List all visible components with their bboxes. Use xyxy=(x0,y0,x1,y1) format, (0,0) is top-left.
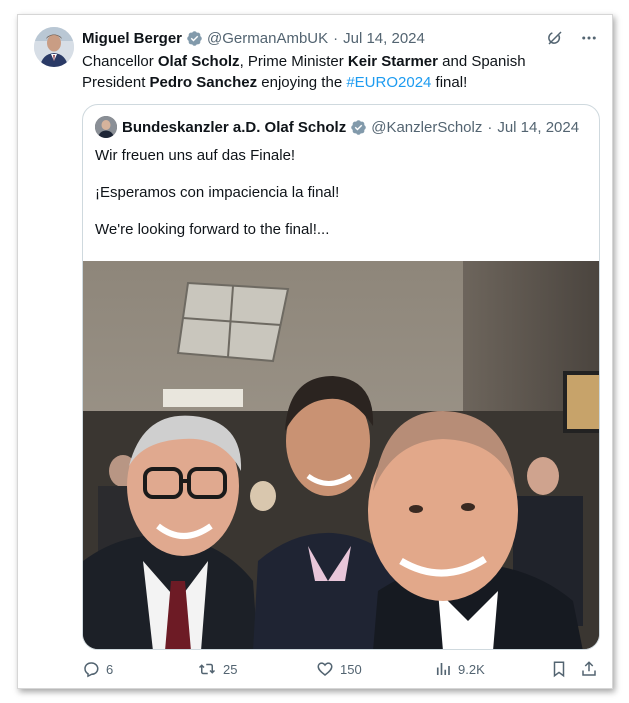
quoted-tweet[interactable]: Bundeskanzler a.D. Olaf Scholz @KanzlerS… xyxy=(82,104,600,650)
reply-icon xyxy=(84,662,99,678)
tweet-text-part: , Prime Minister xyxy=(239,53,348,70)
quoted-line-spanish: ¡Esperamos con impaciencia la final! xyxy=(95,184,340,201)
verified-badge-icon xyxy=(351,119,366,135)
mention-keir-starmer: Keir Starmer xyxy=(347,53,438,70)
header-separator: · xyxy=(333,29,339,47)
quoted-avatar[interactable] xyxy=(95,116,117,138)
like-icon xyxy=(317,662,333,676)
like-button[interactable]: 150 xyxy=(316,660,362,678)
tweet-header: Miguel Berger @GermanAmbUK · Jul 14, 202… xyxy=(82,27,425,49)
repost-count: 25 xyxy=(223,661,238,677)
quoted-line-english: We're looking forward to the final!... xyxy=(95,221,330,238)
grok-icon[interactable] xyxy=(546,29,564,47)
view-count: 9.2K xyxy=(458,661,485,677)
quoted-header: Bundeskanzler a.D. Olaf Scholz @KanzlerS… xyxy=(95,116,579,138)
like-count: 150 xyxy=(340,661,362,677)
quoted-line-german: Wir freuen uns auf das Finale! xyxy=(95,147,296,164)
hashtag-link[interactable]: #EURO2024 xyxy=(346,74,431,91)
quoted-author-name[interactable]: Bundeskanzler a.D. Olaf Scholz xyxy=(122,119,346,136)
share-button[interactable] xyxy=(580,660,598,678)
reply-count: 6 xyxy=(106,661,114,677)
verified-badge-icon xyxy=(187,30,202,46)
repost-icon xyxy=(198,663,216,675)
share-icon xyxy=(582,661,596,676)
quoted-date[interactable]: Jul 14, 2024 xyxy=(497,119,579,136)
author-avatar[interactable] xyxy=(34,27,74,67)
quoted-handle[interactable]: @KanzlerScholz xyxy=(371,119,482,136)
bookmark-button[interactable] xyxy=(550,660,568,678)
quoted-photo[interactable] xyxy=(83,261,599,649)
mention-olaf-scholz: Olaf Scholz xyxy=(157,53,240,70)
repost-button[interactable]: 25 xyxy=(197,660,237,678)
quoted-text: Wir freuen uns auf das Finale! ¡Esperamo… xyxy=(95,146,589,257)
views-icon xyxy=(436,663,450,675)
reply-button[interactable]: 6 xyxy=(82,660,113,678)
tweet-text-part: Chancellor xyxy=(82,53,158,70)
tweet-text-part: final! xyxy=(431,74,468,91)
quoted-separator: · xyxy=(487,118,493,136)
author-handle[interactable]: @GermanAmbUK xyxy=(207,30,328,47)
author-name[interactable]: Miguel Berger xyxy=(82,30,182,47)
more-icon[interactable] xyxy=(580,29,598,47)
tweet-card[interactable]: Miguel Berger @GermanAmbUK · Jul 14, 202… xyxy=(17,14,613,689)
views-button[interactable]: 9.2K xyxy=(434,660,485,678)
tweet-text-part: enjoying the xyxy=(257,74,347,91)
tweet-text: Chancellor Olaf Scholz, Prime Minister K… xyxy=(82,51,592,93)
bookmark-icon xyxy=(553,661,565,678)
tweet-date[interactable]: Jul 14, 2024 xyxy=(343,30,425,47)
mention-pedro-sanchez: Pedro Sanchez xyxy=(149,74,258,91)
action-bar: 6 25 150 9.2K xyxy=(82,660,602,682)
